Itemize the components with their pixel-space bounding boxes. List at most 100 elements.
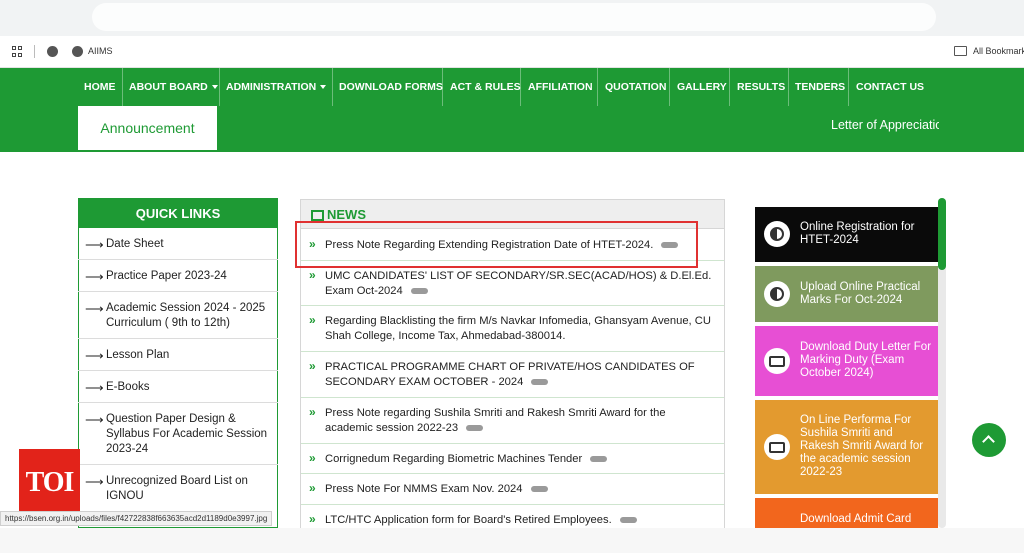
nav-label: ABOUT BOARD xyxy=(129,81,208,93)
nav-divider xyxy=(122,68,123,106)
nav-contact-us[interactable]: CONTACT US xyxy=(856,68,924,106)
nav-divider xyxy=(597,68,598,106)
nav-about-board[interactable]: ABOUT BOARD xyxy=(129,68,218,106)
double-chevron-icon: » xyxy=(309,268,316,282)
divider xyxy=(78,402,278,403)
quick-link-label: E-Books xyxy=(106,381,150,393)
toi-watermark-text: TOI xyxy=(25,467,75,498)
arrow-right-icon: ⟶ xyxy=(85,301,104,316)
nav-divider xyxy=(788,68,789,106)
half-circle-icon xyxy=(764,221,790,247)
double-chevron-icon: » xyxy=(309,451,316,465)
page: AIIMS All Bookmarks HOME ABOUT BOARD ADM… xyxy=(0,0,1024,553)
quick-link-label: Lesson Plan xyxy=(106,349,170,361)
id-card-icon xyxy=(764,434,790,460)
divider xyxy=(78,259,278,260)
arrow-right-icon: ⟶ xyxy=(85,348,104,363)
nav-divider xyxy=(729,68,730,106)
apps-grid-icon[interactable] xyxy=(12,46,23,57)
nav-label: ADMINISTRATION xyxy=(226,81,317,93)
tile-label: Upload Online Practical Marks For Oct-20… xyxy=(800,281,921,306)
highlight-box xyxy=(295,221,698,268)
tile-online-performa-award[interactable]: On Line Performa For Sushila Smriti and … xyxy=(755,400,938,494)
tile-label: On Line Performa For Sushila Smriti and … xyxy=(800,414,924,478)
nav-divider xyxy=(520,68,521,106)
address-bar[interactable] xyxy=(92,3,936,31)
quick-link-label: Unrecognized Board List on IGNOU xyxy=(106,475,248,502)
browser-address-strip xyxy=(0,0,1024,36)
divider xyxy=(78,370,278,371)
nav-results[interactable]: RESULTS xyxy=(737,68,785,106)
arrow-right-icon: ⟶ xyxy=(85,237,104,252)
nav-download-forms[interactable]: DOWNLOAD FORMS xyxy=(339,68,443,106)
bookmarks-bar: AIIMS All Bookmarks xyxy=(0,36,1024,68)
globe-icon[interactable] xyxy=(47,46,58,57)
nav-tenders[interactable]: TENDERS xyxy=(795,68,845,106)
double-chevron-icon: » xyxy=(309,481,316,495)
double-chevron-icon: » xyxy=(309,313,316,327)
globe-icon[interactable] xyxy=(72,46,83,57)
divider xyxy=(301,305,724,306)
nav-divider xyxy=(848,68,849,106)
quick-link-label: Academic Session 2024 - 2025 Curriculum … xyxy=(106,302,266,329)
tile-upload-practical-marks[interactable]: Upload Online Practical Marks For Oct-20… xyxy=(755,266,938,322)
browser-status-bar: https://bsen.org.in/uploads/files/f42722… xyxy=(0,511,273,526)
all-bookmarks-link[interactable]: All Bookmarks xyxy=(973,46,1024,56)
bottom-blurred-strip xyxy=(0,528,1024,553)
divider xyxy=(78,338,278,339)
news-list-icon xyxy=(311,210,324,221)
new-badge-icon xyxy=(531,379,549,386)
nav-home[interactable]: HOME xyxy=(84,68,116,106)
double-chevron-icon: » xyxy=(309,359,316,373)
divider xyxy=(78,464,278,465)
quick-link-label: Question Paper Design & Syllabus For Aca… xyxy=(106,413,268,455)
nav-administration[interactable]: ADMINISTRATION xyxy=(226,68,327,106)
nav-affiliation[interactable]: AFFILIATION xyxy=(528,68,593,106)
news-item-text: PRACTICAL PROGRAMME CHART OF PRIVATE/HOS… xyxy=(325,361,695,388)
news-title: NEWS xyxy=(327,207,366,222)
quick-links-title: QUICK LINKS xyxy=(78,198,278,228)
caret-down-icon xyxy=(320,85,327,90)
chevron-up-icon xyxy=(982,435,995,448)
bookmark-aiims[interactable]: AIIMS xyxy=(88,46,113,56)
nav-divider xyxy=(219,68,220,106)
nav-divider xyxy=(669,68,670,106)
news-item-text: LTC/HTC Application form for Board's Ret… xyxy=(325,514,612,526)
news-item-text: Corrignedum Regarding Biometric Machines… xyxy=(325,453,583,465)
tile-download-duty-letter[interactable]: Download Duty Letter For Marking Duty (E… xyxy=(755,326,938,396)
bookmarks-separator xyxy=(34,45,35,58)
nav-quotation[interactable]: QUOTATION xyxy=(605,68,666,106)
divider xyxy=(78,291,278,292)
tile-label: Online Registration for HTET-2024 xyxy=(800,221,915,246)
quick-link-label: Date Sheet xyxy=(106,238,164,250)
nav-act-rules[interactable]: ACT & RULES xyxy=(450,68,521,106)
half-circle-icon xyxy=(764,281,790,307)
nav-divider xyxy=(332,68,333,106)
new-badge-icon xyxy=(530,486,548,493)
new-badge-icon xyxy=(590,456,608,463)
divider xyxy=(301,351,724,352)
tile-download-admit-card[interactable]: Download Admit Card xyxy=(755,498,938,528)
scroll-to-top-button[interactable] xyxy=(972,423,1006,457)
toi-watermark-logo: TOI xyxy=(19,449,80,516)
folder-icon[interactable] xyxy=(954,46,967,56)
news-item-text: UMC CANDIDATES' LIST OF SECONDARY/SR.SEC… xyxy=(325,270,712,297)
arrow-right-icon: ⟶ xyxy=(85,474,104,489)
news-item-text: Press Note For NMMS Exam Nov. 2024 xyxy=(325,483,523,495)
quick-link-label: Practice Paper 2023-24 xyxy=(106,270,227,282)
divider xyxy=(301,397,724,398)
nav-divider xyxy=(442,68,443,106)
tile-label: Download Duty Letter For Marking Duty (E… xyxy=(800,341,932,379)
tile-online-registration-htet[interactable]: Online Registration for HTET-2024 xyxy=(755,207,938,262)
tiles-scrollbar-thumb[interactable] xyxy=(938,198,946,270)
arrow-right-icon: ⟶ xyxy=(85,380,104,395)
announcement-tab[interactable]: Announcement xyxy=(78,106,217,150)
divider xyxy=(301,443,724,444)
caret-down-icon xyxy=(211,85,218,90)
arrow-right-icon: ⟶ xyxy=(85,269,104,284)
divider xyxy=(301,504,724,505)
arrow-right-icon: ⟶ xyxy=(85,412,104,427)
nav-gallery[interactable]: GALLERY xyxy=(677,68,727,106)
announcement-ticker[interactable]: Letter of Appreciatio xyxy=(831,118,939,132)
tile-label: Download Admit Card xyxy=(800,513,912,525)
